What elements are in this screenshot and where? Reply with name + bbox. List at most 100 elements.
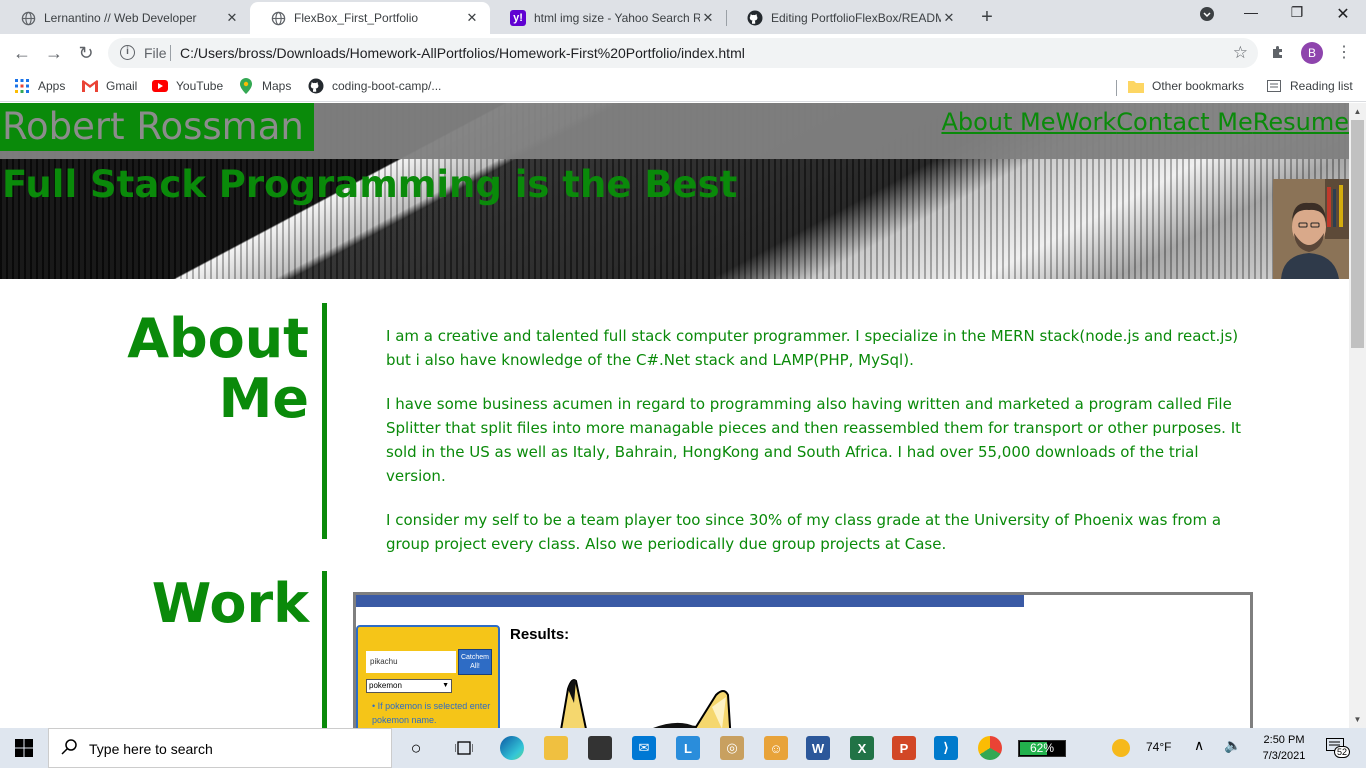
- about-paragraph: I am a creative and talented full stack …: [386, 327, 1239, 369]
- nav-link-about[interactable]: About Me: [941, 108, 1055, 136]
- browser-toolbar: ← → ↻ i File C:/Users/bross/Downloads/Ho…: [0, 34, 1366, 72]
- about-title-line1: About: [127, 307, 309, 370]
- about-title-line2: Me: [218, 367, 309, 430]
- gmail-icon: [82, 78, 98, 94]
- bookmark-apps[interactable]: Apps: [14, 78, 65, 94]
- bookmark-coding-boot-camp[interactable]: coding-boot-camp/...: [308, 78, 441, 94]
- excel-icon[interactable]: X: [850, 736, 874, 760]
- results-label: Results:: [510, 626, 570, 643]
- weather-temp[interactable]: 74°F: [1146, 740, 1171, 754]
- bookmark-youtube[interactable]: YouTube: [152, 78, 223, 94]
- select-value: pokemon: [369, 681, 402, 690]
- url-text[interactable]: C:/Users/bross/Downloads/Homework-AllPor…: [180, 45, 745, 61]
- page-viewport: Robert Rossman About Me Work Contact Me …: [0, 103, 1349, 728]
- chrome-icon[interactable]: [978, 736, 1002, 760]
- bookmark-other[interactable]: Other bookmarks: [1128, 78, 1244, 94]
- maps-pin-icon: [238, 78, 254, 94]
- yahoo-icon: y!: [510, 10, 526, 26]
- system-clock[interactable]: 2:50 PM 7/3/2021: [1256, 732, 1312, 764]
- close-tab-icon[interactable]: ✕: [224, 10, 240, 26]
- clock-time: 2:50 PM: [1263, 734, 1305, 746]
- tab-lernantino[interactable]: Lernantino // Web Developer ✕: [0, 2, 250, 34]
- tab-github-readme[interactable]: Editing PortfolioFlexBox/READM ✕: [727, 2, 967, 34]
- site-tagline: Full Stack Programming is the Best: [2, 163, 738, 206]
- edge-icon[interactable]: [500, 736, 524, 760]
- info-icon[interactable]: i: [120, 45, 135, 60]
- about-title: About Me: [127, 309, 309, 429]
- extensions-puzzle-icon[interactable]: [1270, 44, 1286, 64]
- address-bar[interactable]: i File C:/Users/bross/Downloads/Homework…: [108, 38, 1258, 68]
- profile-avatar[interactable]: B: [1301, 42, 1323, 64]
- bookmark-maps[interactable]: Maps: [238, 78, 291, 94]
- chevron-up-icon[interactable]: ∧: [1194, 737, 1204, 754]
- menu-kebab-icon[interactable]: ⋮: [1336, 42, 1352, 62]
- reading-list[interactable]: Reading list: [1266, 78, 1353, 94]
- about-paragraph: I have some business acumen in regard to…: [386, 395, 1241, 485]
- bookmark-label: Reading list: [1290, 79, 1353, 93]
- chevron-down-icon: ▼: [442, 682, 449, 689]
- app-face-icon[interactable]: ☺: [764, 736, 788, 760]
- bookmarks-divider: [1116, 80, 1117, 96]
- address-divider: [170, 45, 171, 61]
- work-project-frame[interactable]: pikachu Catchem All! pokemon ▼ • If poke…: [353, 592, 1253, 728]
- tab-yahoo-search[interactable]: y! html img size - Yahoo Search Res ✕: [490, 2, 726, 34]
- scrollbar-thumb[interactable]: [1351, 120, 1364, 348]
- bookmark-label: coding-boot-camp/...: [332, 79, 442, 93]
- forward-arrow-icon[interactable]: →: [42, 41, 66, 65]
- cortana-icon[interactable]: ○: [404, 736, 428, 760]
- nav-link-contact[interactable]: Contact Me: [1116, 108, 1252, 136]
- close-window-icon[interactable]: ✕: [1320, 4, 1366, 24]
- mail-icon[interactable]: ✉: [632, 736, 656, 760]
- app-l-icon[interactable]: L: [676, 736, 700, 760]
- vscode-icon[interactable]: ⟩: [934, 736, 958, 760]
- windows-start-icon[interactable]: [12, 736, 36, 760]
- new-tab-button[interactable]: +: [976, 6, 998, 29]
- powerpoint-icon[interactable]: P: [892, 736, 916, 760]
- restore-icon[interactable]: ❐: [1274, 4, 1320, 21]
- bookmark-gmail[interactable]: Gmail: [82, 78, 137, 94]
- word-icon[interactable]: W: [806, 736, 830, 760]
- close-tab-icon[interactable]: ✕: [700, 10, 716, 26]
- scroll-up-icon[interactable]: ▲: [1349, 103, 1366, 120]
- about-paragraph: I consider my self to be a team player t…: [386, 511, 1222, 553]
- close-tab-icon[interactable]: ✕: [941, 10, 957, 26]
- page-scrollbar[interactable]: ▲ ▼: [1349, 103, 1366, 728]
- bookmark-label: Maps: [262, 79, 292, 93]
- github-icon: [747, 10, 763, 26]
- url-scheme: File: [144, 45, 167, 61]
- file-explorer-icon[interactable]: [544, 736, 568, 760]
- battery-meter[interactable]: 62%: [1018, 740, 1066, 757]
- back-arrow-icon[interactable]: ←: [10, 41, 34, 65]
- tab-search-icon[interactable]: [1184, 7, 1230, 24]
- pokemon-search-input[interactable]: pikachu: [366, 651, 456, 673]
- store-icon[interactable]: [588, 736, 612, 760]
- volume-icon[interactable]: 🔈: [1224, 737, 1241, 754]
- battery-percent: 62%: [1029, 741, 1055, 755]
- site-name: Robert Rossman: [0, 103, 314, 151]
- taskbar-search-box[interactable]: Type here to search: [48, 728, 392, 768]
- close-tab-icon[interactable]: ✕: [464, 10, 480, 26]
- tab-title: FlexBox_First_Portfolio: [294, 11, 419, 25]
- nav-link-resume[interactable]: Resume: [1253, 108, 1349, 136]
- search-placeholder: Type here to search: [89, 741, 213, 757]
- task-view-icon[interactable]: [452, 736, 476, 760]
- reload-icon[interactable]: ↻: [74, 41, 98, 65]
- pokemon-search-panel: pikachu Catchem All! pokemon ▼ • If poke…: [356, 625, 500, 728]
- nav-link-work[interactable]: Work: [1056, 108, 1117, 136]
- notifications-icon[interactable]: 52: [1326, 738, 1351, 758]
- minimize-icon[interactable]: —: [1228, 4, 1274, 20]
- windows-taskbar: Type here to search ○ ✉ L ◎ ☺ W X P ⟩ 62…: [0, 728, 1366, 768]
- bookmark-star-icon[interactable]: ☆: [1233, 43, 1248, 63]
- pokemon-hint: • If pokemon is selected enter pokemon n…: [372, 701, 491, 725]
- search-icon: [61, 739, 77, 760]
- scroll-down-icon[interactable]: ▼: [1349, 711, 1366, 728]
- app-circle-icon[interactable]: ◎: [720, 736, 744, 760]
- about-content: I am a creative and talented full stack …: [386, 324, 1252, 576]
- pokemon-type-select[interactable]: pokemon ▼: [366, 679, 452, 693]
- notification-count: 52: [1334, 746, 1351, 758]
- tab-flexbox-portfolio[interactable]: FlexBox_First_Portfolio ✕: [250, 2, 490, 34]
- clock-date: 7/3/2021: [1262, 750, 1306, 762]
- catchem-all-button[interactable]: Catchem All!: [458, 649, 492, 675]
- weather-sun-icon[interactable]: [1112, 739, 1130, 757]
- apps-grid-icon: [14, 78, 30, 94]
